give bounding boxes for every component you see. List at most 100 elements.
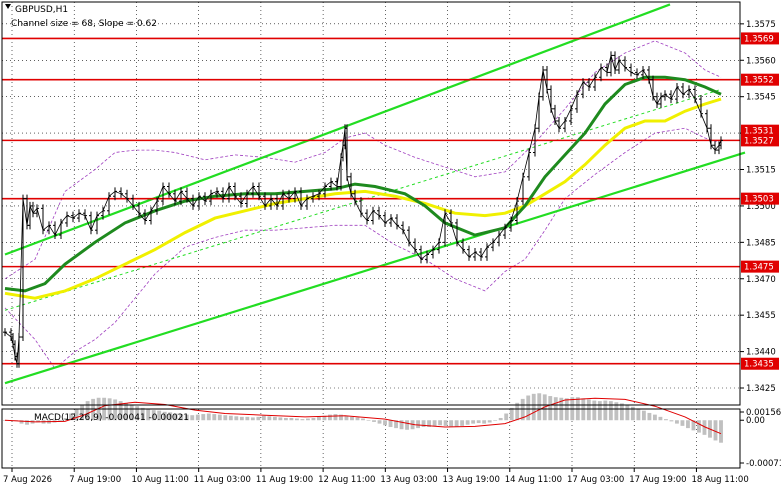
macd-histogram-bar — [465, 420, 470, 425]
macd-histogram-bar — [526, 395, 531, 421]
price-tick-label: 1.3470 — [746, 275, 776, 285]
macd-histogram-bar — [190, 415, 195, 421]
price-tick-label: 1.3515 — [746, 166, 776, 176]
level-tag-1-3552-text: 1.3552 — [744, 76, 774, 86]
macd-histogram-bar — [261, 415, 266, 421]
time-tick-label: 12 Aug 11:00 — [318, 475, 375, 485]
macd-histogram-bar — [675, 420, 679, 424]
macd-histogram-bar — [350, 416, 354, 421]
macd-tick-label: 0.00 — [746, 416, 765, 426]
level-tag-1-3435-text: 1.3435 — [744, 360, 774, 370]
macd-histogram-bar — [460, 420, 465, 426]
macd-histogram-bar — [228, 415, 233, 421]
macd-histogram-bar — [531, 393, 536, 421]
macd-histogram-bar — [663, 419, 668, 421]
macd-histogram-bar — [278, 417, 283, 421]
macd-histogram-bar — [625, 405, 630, 421]
macd-histogram-bar — [405, 420, 409, 430]
macd-histogram-bar — [239, 416, 244, 421]
macd-histogram-bar — [548, 396, 553, 421]
macd-histogram-bar — [317, 416, 321, 421]
time-tick-label: 17 Aug 03:00 — [567, 475, 624, 485]
macd-histogram-bar — [432, 420, 437, 427]
macd-histogram-bar — [372, 420, 376, 422]
macd-histogram-bar — [355, 417, 360, 421]
macd-histogram-bar — [206, 413, 211, 421]
chart-canvas: 1.35751.35601.35451.35301.35151.35001.34… — [0, 0, 781, 489]
price-tick-label: 1.3455 — [746, 311, 776, 321]
price-tick-label: 1.3545 — [746, 93, 776, 103]
level-tag-1-3527-text: 1.3527 — [744, 136, 774, 146]
macd-histogram-bar — [658, 416, 663, 421]
price-tick-label: 1.3485 — [746, 238, 776, 248]
macd-histogram-bar — [388, 420, 393, 427]
macd-histogram-bar — [366, 420, 371, 421]
macd-histogram-bar — [377, 420, 382, 424]
macd-histogram-bar — [223, 415, 228, 421]
macd-histogram-bar — [449, 420, 454, 427]
macd-histogram-bar — [608, 401, 613, 421]
macd-histogram-bar — [305, 418, 310, 421]
macd-histogram-bar — [603, 400, 608, 421]
time-tick-label: 13 Aug 03:00 — [380, 475, 437, 485]
time-tick-label: 18 Aug 11:00 — [691, 475, 748, 485]
macd-histogram-bar — [586, 399, 591, 421]
macd-histogram-bar — [493, 420, 498, 421]
level-tag-1-3569-text: 1.3569 — [744, 34, 774, 44]
macd-histogram-bar — [482, 420, 487, 424]
macd-histogram-bar — [686, 420, 690, 429]
macd-histogram-bar — [311, 417, 316, 421]
macd-histogram-bar — [300, 419, 305, 421]
time-tick-label: 7 Aug 2026 — [3, 475, 52, 485]
macd-histogram-bar — [438, 420, 443, 426]
macd-histogram-bar — [201, 414, 206, 421]
price-tick-label: 1.3440 — [746, 348, 776, 358]
macd-histogram-bar — [217, 414, 222, 421]
macd-histogram-bar — [283, 417, 288, 421]
macd-histogram-bar — [454, 420, 459, 427]
chart-symbol: GBPUSD,H1 — [15, 5, 68, 15]
macd-histogram-bar — [256, 416, 261, 421]
macd-histogram-bar — [421, 420, 426, 427]
macd-histogram-bar — [636, 408, 641, 421]
macd-histogram-bar — [383, 420, 387, 426]
price-tick-label: 1.3425 — [746, 384, 776, 394]
macd-histogram-bar — [195, 414, 200, 421]
macd-histogram-bar — [234, 416, 239, 421]
macd-histogram-bar — [361, 418, 365, 421]
macd-histogram-bar — [416, 420, 421, 429]
macd-histogram-bar — [509, 407, 514, 421]
time-tick-label: 10 Aug 11:00 — [131, 475, 188, 485]
time-tick-label: 14 Aug 11:00 — [505, 475, 562, 485]
time-tick-label: 13 Aug 19:00 — [443, 475, 500, 485]
macd-histogram-bar — [647, 412, 652, 421]
macd-histogram-bar — [245, 416, 250, 421]
time-tick-label: 17 Aug 19:00 — [629, 475, 686, 485]
macd-histogram-bar — [597, 401, 602, 421]
macd-histogram-bar — [212, 414, 217, 421]
macd-histogram-bar — [487, 420, 492, 423]
macd-histogram-bar — [289, 417, 294, 421]
macd-histogram-bar — [652, 414, 657, 421]
macd-histogram-bar — [619, 403, 624, 421]
current-price-tag-text: 1.3531 — [744, 127, 774, 137]
macd-histogram-bar — [669, 420, 674, 422]
macd-histogram-bar — [476, 420, 481, 424]
macd-histogram-bar — [250, 417, 255, 421]
macd-histogram-bar — [592, 400, 597, 421]
macd-histogram-bar — [641, 410, 646, 421]
macd-histogram-bar — [537, 393, 542, 421]
macd-histogram-bar — [680, 420, 685, 426]
time-tick-label: 11 Aug 03:00 — [194, 475, 251, 485]
macd-histogram-bar — [471, 420, 476, 424]
macd-histogram-bar — [272, 416, 277, 421]
macd-histogram-bar — [267, 416, 272, 421]
macd-label: MACD(12,26,9) -0.00041 -0.00021 — [34, 413, 189, 423]
macd-histogram-bar — [504, 413, 509, 421]
macd-histogram-bar — [443, 420, 448, 426]
macd-histogram-bar — [719, 420, 723, 443]
macd-histogram-bar — [328, 414, 332, 421]
time-tick-label: 11 Aug 19:00 — [256, 475, 313, 485]
time-tick-label: 7 Aug 19:00 — [69, 475, 121, 485]
price-tick-label: 1.3575 — [746, 20, 776, 30]
